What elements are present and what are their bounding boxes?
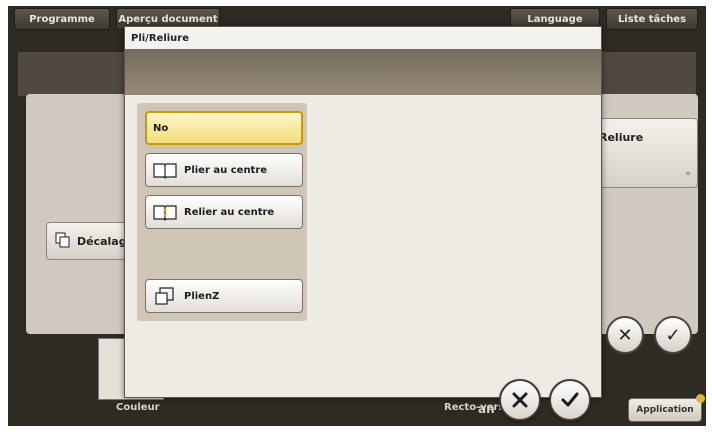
dialog-ok-button[interactable] <box>549 379 591 421</box>
partial-label: an <box>478 402 495 416</box>
close-icon <box>512 392 528 408</box>
task-list-button[interactable]: Liste tâches <box>606 8 698 30</box>
z-fold-icon <box>152 286 178 306</box>
close-icon: ✕ <box>617 324 633 346</box>
chevron-right-icon: » <box>685 169 691 179</box>
background-cancel-button[interactable]: ✕ <box>606 316 644 354</box>
open-book-icon <box>152 160 178 180</box>
option-no[interactable]: No <box>145 111 303 145</box>
couleur-label: Couleur <box>116 402 160 413</box>
decalage-button[interactable]: Décalag <box>46 222 136 260</box>
programme-button[interactable]: Programme <box>14 8 110 30</box>
dialog-header-band <box>125 49 601 95</box>
option-label: PlienZ <box>184 290 220 302</box>
pli-reliure-dialog: Pli/Reliure No Plier au centre Relier au… <box>124 26 602 421</box>
reliure-button[interactable]: Reliure » <box>590 118 698 188</box>
reliure-label: Reliure <box>599 131 644 144</box>
decalage-label: Décalag <box>77 234 127 248</box>
dialog-title: Pli/Reliure <box>125 27 601 49</box>
option-plier-au-centre[interactable]: Plier au centre <box>145 153 303 187</box>
decalage-icon <box>55 232 71 251</box>
stapled-book-icon <box>152 202 178 222</box>
check-icon <box>561 392 579 407</box>
background-ok-button[interactable]: ✓ <box>654 316 692 354</box>
option-label: Relier au centre <box>184 206 275 218</box>
option-label: No <box>153 122 169 134</box>
application-button[interactable]: Application <box>628 398 702 422</box>
option-relier-au-centre[interactable]: Relier au centre <box>145 195 303 229</box>
check-icon: ✓ <box>665 324 681 346</box>
notification-dot <box>696 394 705 403</box>
device-screen: Programme Aperçu document Language Liste… <box>8 6 706 426</box>
option-label: Plier au centre <box>184 164 268 176</box>
dialog-cancel-button[interactable] <box>499 379 541 421</box>
recto-verso-label: Recto-vers <box>444 402 505 413</box>
option-plienz[interactable]: PlienZ <box>145 279 303 313</box>
